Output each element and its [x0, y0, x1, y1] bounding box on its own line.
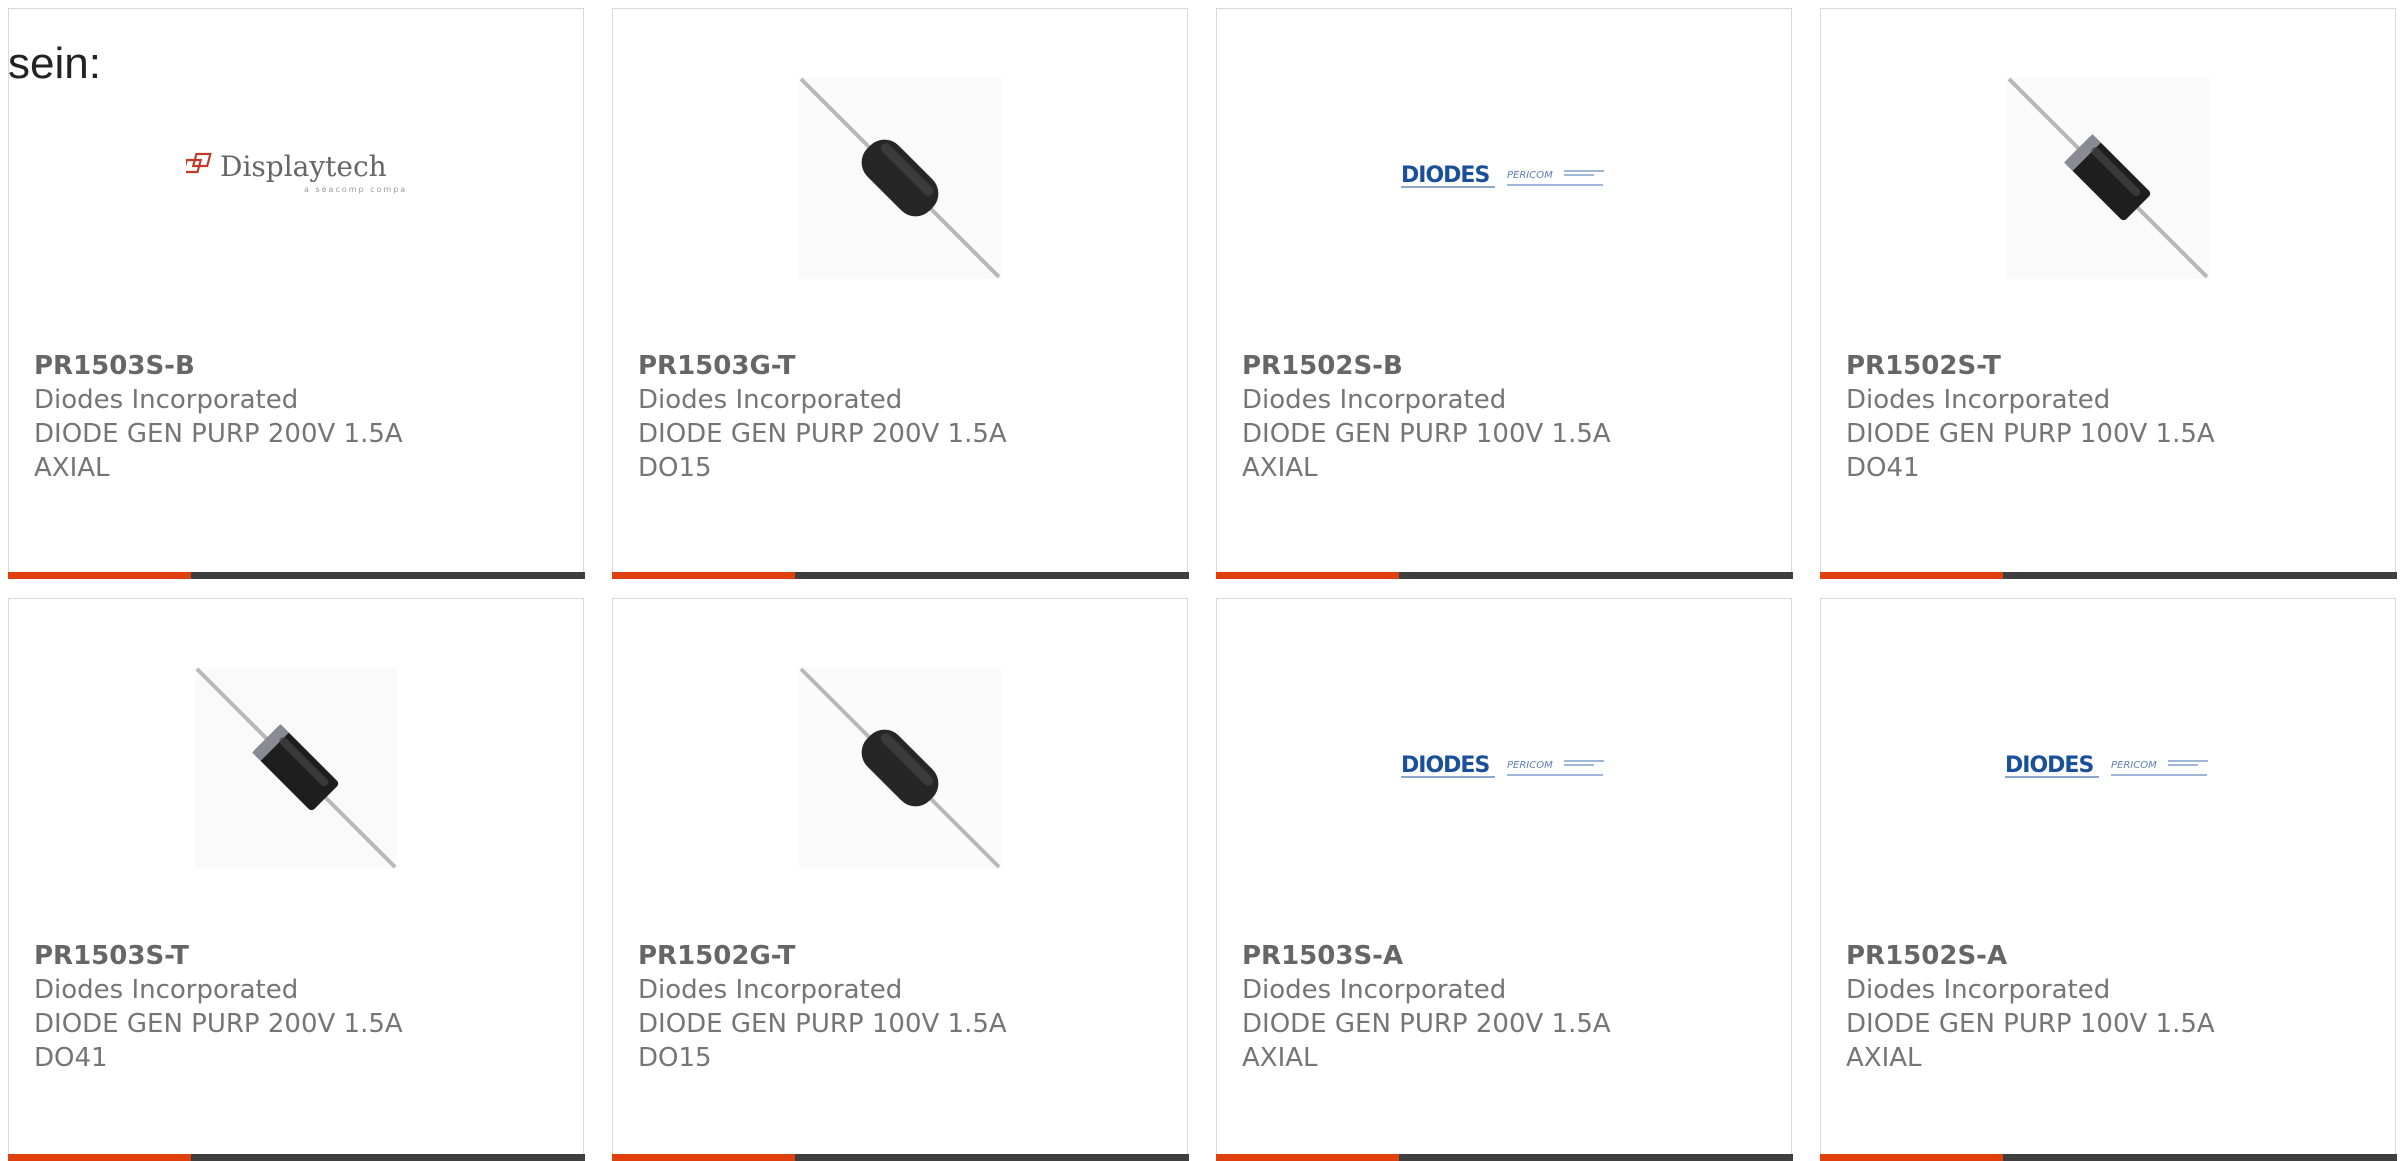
card-bottom-bar: [1819, 572, 2397, 579]
product-info: PR1503S-A Diodes Incorporated DIODE GEN …: [1242, 939, 1771, 1075]
part-number[interactable]: PR1503S-T: [34, 939, 563, 973]
diode-banded-image: [195, 667, 397, 869]
description: DIODE GEN PURP 200V 1.5A: [1242, 1009, 1611, 1039]
product-info: PR1502S-T Diodes Incorporated DIODE GEN …: [1846, 349, 2375, 485]
part-number[interactable]: PR1503S-B: [34, 349, 563, 383]
card-accent-bar: [7, 1154, 191, 1161]
logo-subtext: PERICOM: [1507, 760, 1553, 771]
package: DO15: [638, 453, 712, 483]
diodes-pericom-logo: DIODES PERICOM: [1401, 753, 1604, 778]
diode-dark-image: [799, 77, 1001, 279]
product-image: DIODES PERICOM: [1217, 667, 1791, 869]
product-card[interactable]: Displaytech a seacomp company PR1503S-B …: [7, 8, 585, 579]
product-image: Displaytech a seacomp company: [9, 77, 583, 279]
description: DIODE GEN PURP 200V 1.5A: [34, 1009, 403, 1039]
product-info: PR1503G-T Diodes Incorporated DIODE GEN …: [638, 349, 1167, 485]
description: DIODE GEN PURP 100V 1.5A: [1846, 1009, 2215, 1039]
card-bottom-bar: [1819, 1154, 2397, 1161]
diode-dark-image: [799, 667, 1001, 869]
product-image: [613, 667, 1187, 869]
card-accent-bar: [611, 572, 795, 579]
product-info: PR1503S-B Diodes Incorporated DIODE GEN …: [34, 349, 563, 485]
description: DIODE GEN PURP 100V 1.5A: [1242, 419, 1611, 449]
product-info: PR1502S-B Diodes Incorporated DIODE GEN …: [1242, 349, 1771, 485]
part-number[interactable]: PR1503S-A: [1242, 939, 1771, 973]
product-image: DIODES PERICOM: [1821, 667, 2395, 869]
description: DIODE GEN PURP 100V 1.5A: [1846, 419, 2215, 449]
package: AXIAL: [1242, 1043, 1318, 1073]
product-image: DIODES PERICOM: [1217, 77, 1791, 279]
card-bottom-bar: [611, 1154, 1189, 1161]
product-card[interactable]: DIODES PERICOM PR1503S-A Diodes Incorpor…: [1215, 598, 1793, 1161]
manufacturer: Diodes Incorporated: [34, 385, 299, 415]
card-accent-bar: [1819, 572, 2003, 579]
package: AXIAL: [1846, 1043, 1922, 1073]
logo-subtext: PERICOM: [2111, 760, 2157, 771]
logo-text: Displaytech: [220, 150, 387, 183]
card-bottom-bar: [7, 572, 585, 579]
manufacturer: Diodes Incorporated: [1242, 975, 1507, 1005]
card-bottom-bar: [7, 1154, 585, 1161]
card-accent-bar: [1819, 1154, 2003, 1161]
card-accent-bar: [7, 572, 191, 579]
card-bottom-bar: [1215, 572, 1793, 579]
manufacturer: Diodes Incorporated: [638, 385, 903, 415]
diodes-pericom-logo: DIODES PERICOM: [1401, 163, 1604, 188]
logo-subtext: PERICOM: [1507, 170, 1553, 181]
description: DIODE GEN PURP 200V 1.5A: [638, 419, 1007, 449]
product-card[interactable]: PR1502S-T Diodes Incorporated DIODE GEN …: [1819, 8, 2397, 579]
product-image: [9, 667, 583, 869]
product-image: [1821, 77, 2395, 279]
part-number[interactable]: PR1502S-A: [1846, 939, 2375, 973]
product-grid-page: sein: Displaytech a seacomp company PR15…: [0, 0, 2400, 1161]
card-accent-bar: [611, 1154, 795, 1161]
package: DO41: [34, 1043, 108, 1073]
package: AXIAL: [34, 453, 110, 483]
package: DO41: [1846, 453, 1920, 483]
description: DIODE GEN PURP 200V 1.5A: [34, 419, 403, 449]
part-number[interactable]: PR1502G-T: [638, 939, 1167, 973]
manufacturer: Diodes Incorporated: [1846, 975, 2111, 1005]
product-card[interactable]: DIODES PERICOM PR1502S-A Diodes Incorpor…: [1819, 598, 2397, 1161]
product-card[interactable]: PR1503S-T Diodes Incorporated DIODE GEN …: [7, 598, 585, 1161]
diode-banded-image: [2007, 77, 2209, 279]
manufacturer: Diodes Incorporated: [638, 975, 903, 1005]
logo-subtext: a seacomp company: [304, 185, 406, 194]
manufacturer: Diodes Incorporated: [1242, 385, 1507, 415]
product-card[interactable]: DIODES PERICOM PR1502S-B Diodes Incorpor…: [1215, 8, 1793, 579]
part-number[interactable]: PR1502S-T: [1846, 349, 2375, 383]
displaytech-logo: Displaytech a seacomp company: [186, 150, 406, 194]
package: DO15: [638, 1043, 712, 1073]
part-number[interactable]: PR1502S-B: [1242, 349, 1771, 383]
manufacturer: Diodes Incorporated: [1846, 385, 2111, 415]
card-bottom-bar: [611, 572, 1189, 579]
logo-text: DIODES: [2005, 753, 2093, 778]
logo-text: DIODES: [1401, 163, 1489, 188]
intro-text: sein:: [8, 39, 101, 88]
product-card[interactable]: PR1502G-T Diodes Incorporated DIODE GEN …: [611, 598, 1189, 1161]
card-accent-bar: [1215, 572, 1399, 579]
product-info: PR1502G-T Diodes Incorporated DIODE GEN …: [638, 939, 1167, 1075]
card-accent-bar: [1215, 1154, 1399, 1161]
card-bottom-bar: [1215, 1154, 1793, 1161]
product-image: [613, 77, 1187, 279]
product-info: PR1503S-T Diodes Incorporated DIODE GEN …: [34, 939, 563, 1075]
manufacturer: Diodes Incorporated: [34, 975, 299, 1005]
description: DIODE GEN PURP 100V 1.5A: [638, 1009, 1007, 1039]
logo-text: DIODES: [1401, 753, 1489, 778]
product-card[interactable]: PR1503G-T Diodes Incorporated DIODE GEN …: [611, 8, 1189, 579]
product-info: PR1502S-A Diodes Incorporated DIODE GEN …: [1846, 939, 2375, 1075]
part-number[interactable]: PR1503G-T: [638, 349, 1167, 383]
package: AXIAL: [1242, 453, 1318, 483]
diodes-pericom-logo: DIODES PERICOM: [2005, 753, 2208, 778]
